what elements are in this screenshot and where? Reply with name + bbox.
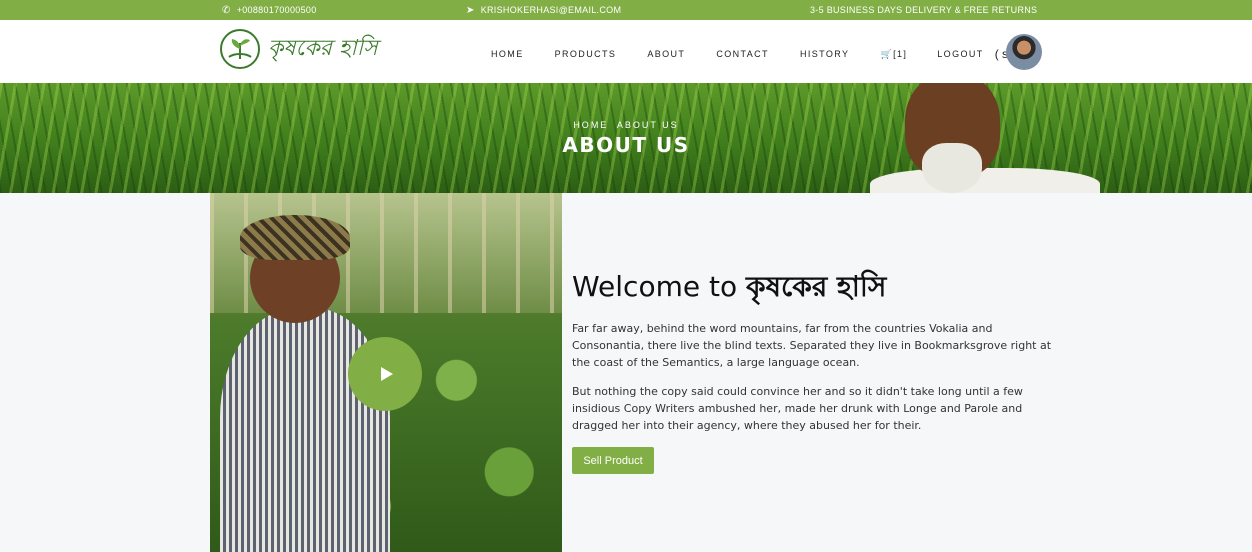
breadcrumb-home[interactable]: HOME bbox=[573, 120, 608, 130]
nav-about[interactable]: ABOUT bbox=[647, 49, 685, 59]
nav-products[interactable]: PRODUCTS bbox=[555, 49, 617, 59]
main-navbar: কৃষকের হাসি HOME PRODUCTS ABOUT CONTACT … bbox=[0, 20, 1252, 83]
brand-name: কৃষকের হাসি bbox=[268, 35, 378, 61]
nav-cart[interactable]: 🛒[1] bbox=[880, 49, 907, 60]
about-section: Welcome to কৃষকের হাসি Far far away, beh… bbox=[0, 193, 1252, 552]
email-address: KRISHOKERHASI@EMAIL.COM bbox=[480, 5, 622, 15]
cart-count: [1] bbox=[893, 48, 908, 59]
nav-contact[interactable]: CONTACT bbox=[716, 49, 769, 59]
delivery-notice: 3-5 BUSINESS DAYS DELIVERY & FREE RETURN… bbox=[810, 5, 1037, 15]
about-paragraph-2: But nothing the copy said could convince… bbox=[572, 385, 1023, 432]
welcome-heading: Welcome to কৃষকের হাসি bbox=[572, 265, 886, 312]
paper-plane-icon: ➤ bbox=[466, 4, 475, 16]
user-avatar[interactable] bbox=[1006, 34, 1042, 70]
brand-logo[interactable]: কৃষকের হাসি bbox=[220, 29, 378, 69]
contact-phone: ✆ +00880170000500 bbox=[222, 5, 317, 15]
page-hero: HOME ABOUT US ABOUT US bbox=[0, 83, 1252, 193]
play-video-button[interactable] bbox=[348, 337, 422, 411]
welcome-brand: কৃষকের হাসি bbox=[746, 270, 887, 303]
welcome-prefix: Welcome to bbox=[572, 270, 746, 303]
breadcrumb: HOME ABOUT US bbox=[0, 120, 1252, 130]
breadcrumb-current: ABOUT US bbox=[616, 120, 679, 130]
page-title: ABOUT US bbox=[562, 133, 690, 157]
phone-icon: ✆ bbox=[222, 4, 231, 16]
nav-logout[interactable]: LOGOUT bbox=[937, 49, 983, 59]
delivery-notice-text: 3-5 BUSINESS DAYS DELIVERY & FREE RETURN… bbox=[810, 5, 1038, 15]
phone-number: +00880170000500 bbox=[236, 5, 317, 15]
contact-email: ➤ KRISHOKERHASI@EMAIL.COM bbox=[466, 5, 621, 15]
top-info-bar: ✆ +00880170000500 ➤ KRISHOKERHASI@EMAIL.… bbox=[0, 0, 1252, 20]
sprout-logo-icon bbox=[220, 29, 260, 69]
nav-home[interactable]: HOME bbox=[491, 49, 524, 59]
cart-icon: 🛒 bbox=[880, 48, 894, 59]
play-icon bbox=[380, 367, 393, 381]
nav-history[interactable]: HISTORY bbox=[800, 49, 849, 59]
about-paragraph-1: Far far away, behind the word mountains,… bbox=[572, 322, 1052, 369]
nav-menu: HOME PRODUCTS ABOUT CONTACT HISTORY 🛒[1]… bbox=[491, 47, 1041, 61]
sell-product-button[interactable]: Sell Product bbox=[572, 447, 654, 474]
